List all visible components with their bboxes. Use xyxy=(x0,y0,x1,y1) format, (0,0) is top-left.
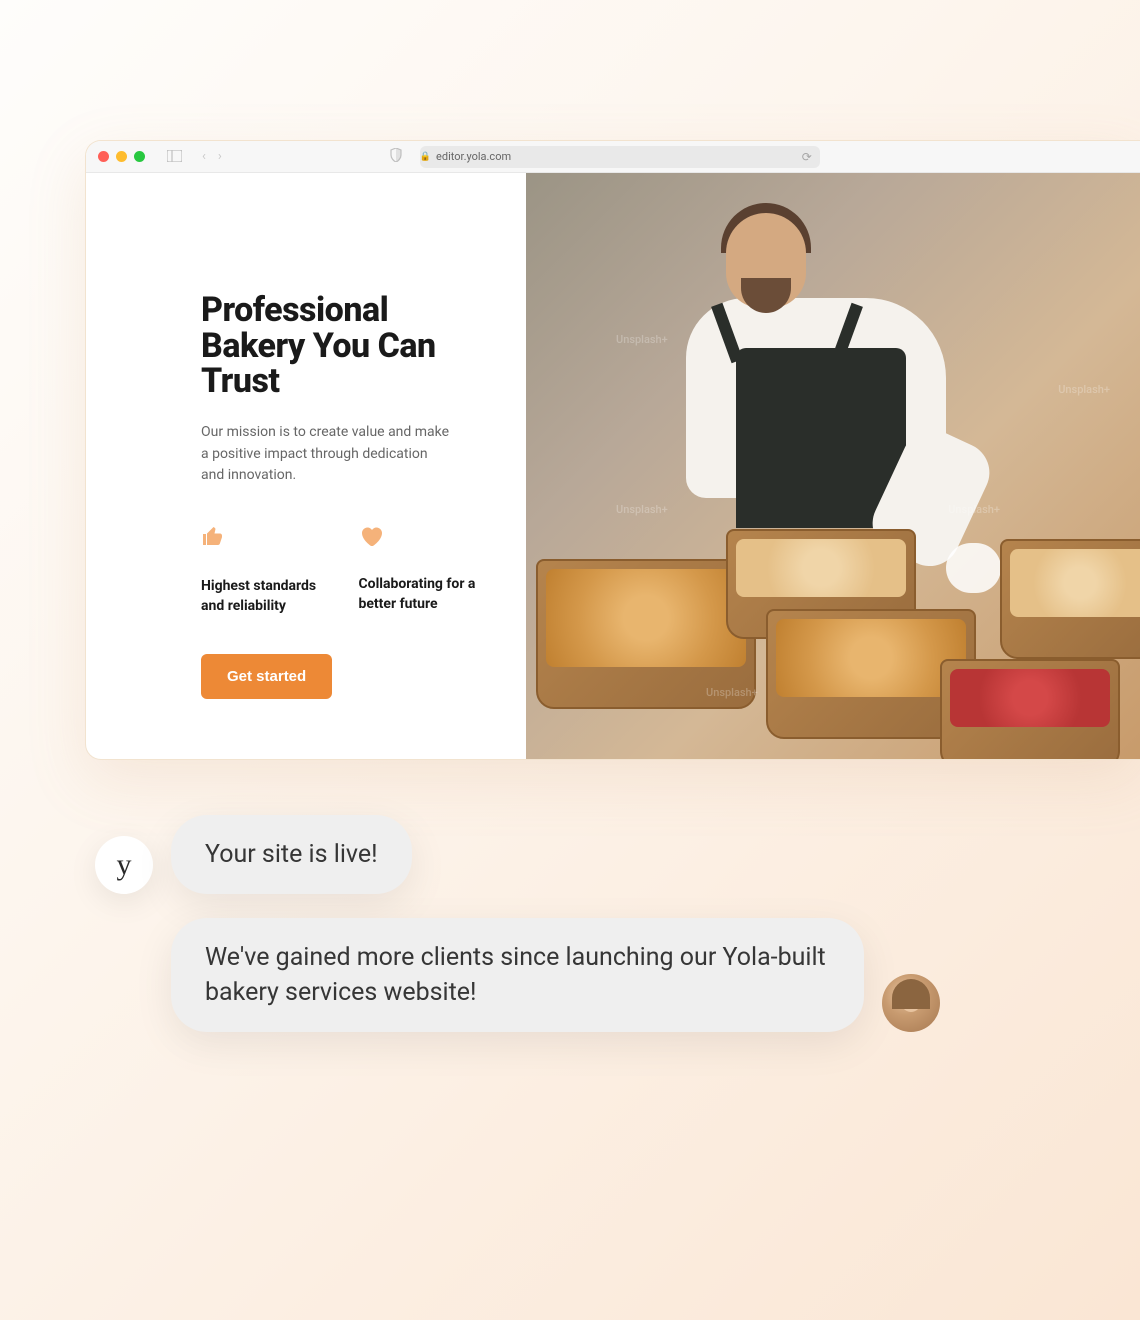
get-started-button[interactable]: Get started xyxy=(201,654,332,699)
thumbs-up-icon xyxy=(201,525,329,555)
hero-image: Unsplash+ Unsplash+ Unsplash+ Unsplash+ … xyxy=(526,173,1140,759)
feature-item: Highest standards and reliability xyxy=(201,525,329,616)
watermark-text: Unsplash+ xyxy=(948,503,1000,516)
hero-subtitle: Our mission is to create value and make … xyxy=(201,422,451,487)
window-controls xyxy=(98,151,145,162)
brand-avatar: y xyxy=(95,836,153,894)
page-content: Professional Bakery You Can Trust Our mi… xyxy=(86,173,1140,759)
sidebar-toggle-icon[interactable] xyxy=(167,147,182,166)
chat-bubble: Your site is live! xyxy=(171,815,412,894)
chat-section: y Your site is live! We've gained more c… xyxy=(95,815,940,1032)
user-avatar xyxy=(882,974,940,1032)
close-window-button[interactable] xyxy=(98,151,109,162)
watermark-text: Unsplash+ xyxy=(616,333,668,346)
maximize-window-button[interactable] xyxy=(134,151,145,162)
chat-row: We've gained more clients since launchin… xyxy=(95,918,940,1032)
hero-title: Professional Bakery You Can Trust xyxy=(201,293,486,400)
url-text: editor.yola.com xyxy=(436,150,511,163)
watermark-text: Unsplash+ xyxy=(1058,383,1110,396)
minimize-window-button[interactable] xyxy=(116,151,127,162)
reload-icon[interactable]: ⟳ xyxy=(802,150,812,164)
feature-label: Collaborating for a better future xyxy=(359,575,487,614)
address-bar[interactable]: 🔒 editor.yola.com ⟳ xyxy=(420,146,820,168)
features-row: Highest standards and reliability Collab… xyxy=(201,525,486,616)
watermark-text: Unsplash+ xyxy=(616,503,668,516)
forward-button[interactable]: › xyxy=(218,149,222,164)
privacy-shield-icon[interactable] xyxy=(390,148,402,166)
chat-bubble: We've gained more clients since launchin… xyxy=(171,918,864,1032)
browser-toolbar: ‹ › 🔒 editor.yola.com ⟳ xyxy=(86,141,1140,173)
chat-row: y Your site is live! xyxy=(95,815,940,894)
back-button[interactable]: ‹ xyxy=(202,149,206,164)
nav-arrows: ‹ › xyxy=(202,149,222,164)
hero-section: Professional Bakery You Can Trust Our mi… xyxy=(86,173,526,759)
watermark-text: Unsplash+ xyxy=(706,686,758,699)
lock-icon: 🔒 xyxy=(420,152,431,162)
feature-item: Collaborating for a better future xyxy=(359,525,487,616)
browser-window: ‹ › 🔒 editor.yola.com ⟳ Professional Bak… xyxy=(85,140,1140,760)
heart-icon xyxy=(359,525,487,553)
feature-label: Highest standards and reliability xyxy=(201,577,329,616)
